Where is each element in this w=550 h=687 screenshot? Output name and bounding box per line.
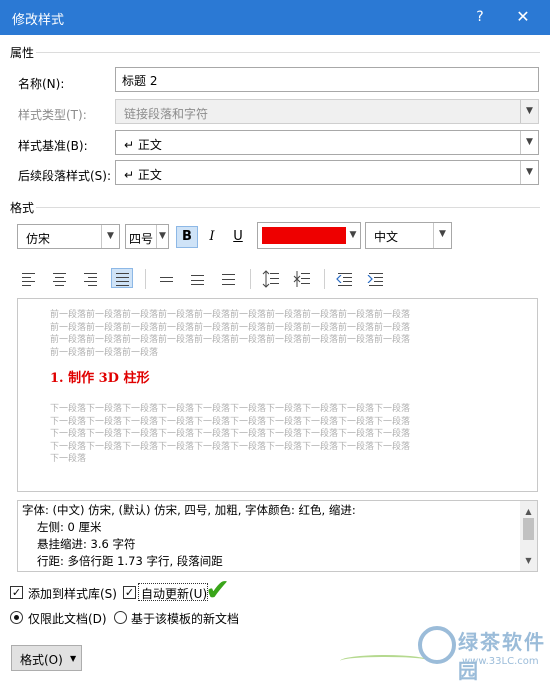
based-on-value: ↵ 正文 (124, 138, 162, 152)
underline-button[interactable]: U (227, 226, 249, 248)
chevron-down-icon: ▼ (520, 100, 538, 123)
chevron-down-icon: ▼ (520, 131, 538, 154)
title-bar: 修改样式 ? ✕ (0, 0, 550, 35)
description-line: 悬挂缩进: 3.6 字符 (37, 537, 136, 551)
site-watermark: 绿茶软件园 www.33LC.com (418, 622, 548, 684)
toolbar-separator (250, 269, 251, 289)
description-line: 左侧: 0 厘米 (37, 520, 102, 534)
watermark-logo-icon (418, 626, 456, 664)
only-this-document-label: 仅限此文档(D) (28, 612, 107, 626)
style-type-label: 样式类型(T): (18, 108, 87, 122)
next-style-label: 后续段落样式(S): (18, 169, 112, 183)
based-on-select[interactable]: ↵ 正文 ▼ (115, 130, 539, 155)
font-color-swatch (262, 227, 346, 244)
size-value: 四号 (129, 232, 154, 246)
decrease-spacing-icon[interactable] (291, 269, 313, 289)
green-check-icon: ✔ (205, 573, 231, 608)
increase-indent-icon[interactable] (365, 269, 387, 289)
name-label: 名称(N): (18, 77, 65, 91)
font-select[interactable]: 仿宋 ▼ (17, 224, 120, 249)
description-scrollbar[interactable]: ▲ ▼ (520, 501, 537, 571)
format-button-label: 格式(O) (20, 653, 63, 667)
toolbar-separator (145, 269, 146, 289)
next-style-value: ↵ 正文 (124, 168, 162, 182)
watermark-text: 绿茶软件园 (458, 630, 546, 683)
chevron-down-icon: ▼ (433, 223, 451, 248)
font-value: 仿宋 (26, 232, 51, 246)
chevron-down-icon: ▼ (70, 654, 77, 663)
auto-update-checkbox[interactable]: ✓ (123, 586, 136, 599)
toolbar-separator (324, 269, 325, 289)
style-type-select[interactable]: 链接段落和字符 ▼ (115, 99, 539, 124)
bold-button[interactable]: B (176, 226, 198, 248)
sample-text: 1. 制作 3D 柱形 (50, 371, 150, 386)
script-value: 中文 (374, 230, 399, 244)
only-this-document-radio[interactable] (10, 611, 23, 624)
double-spacing-icon[interactable] (218, 269, 240, 289)
description-line: 行距: 多倍行距 1.73 字行, 段落间距 (37, 554, 223, 568)
align-left-icon[interactable] (18, 269, 40, 289)
increase-spacing-icon[interactable] (260, 269, 282, 289)
italic-button[interactable]: I (201, 226, 223, 248)
properties-section-label: 属性 (10, 46, 35, 60)
close-button[interactable]: ✕ (512, 6, 534, 28)
help-button[interactable]: ? (469, 6, 491, 28)
name-input[interactable]: 标题 2 (115, 67, 539, 92)
scroll-down-icon[interactable]: ▼ (520, 552, 537, 569)
window-title: 修改样式 (12, 13, 65, 28)
one-half-spacing-icon[interactable] (187, 269, 209, 289)
add-to-gallery-checkbox[interactable]: ✓ (10, 586, 23, 599)
single-spacing-icon[interactable] (156, 269, 178, 289)
format-divider (36, 207, 540, 208)
next-paragraph-text: 下一段落下一段落下一段落下一段落下一段落下一段落下一段落下一段落下一段落下一段落… (50, 404, 411, 464)
description-line: 字体: (中文) 仿宋, (默认) 仿宋, 四号, 加粗, 字体颜色: 红色, … (22, 503, 356, 517)
properties-divider (36, 52, 540, 53)
template-documents-radio[interactable] (114, 611, 127, 624)
chevron-down-icon: ▼ (101, 225, 119, 248)
watermark-url: www.33LC.com (462, 656, 539, 667)
justify-icon[interactable] (111, 268, 133, 288)
chevron-down-icon: ▼ (349, 230, 357, 240)
align-center-icon[interactable] (49, 269, 71, 289)
style-preview: 前一段落前一段落前一段落前一段落前一段落前一段落前一段落前一段落前一段落前一段落… (17, 298, 538, 492)
scroll-thumb[interactable] (523, 518, 534, 540)
style-description: 字体: (中文) 仿宋, (默认) 仿宋, 四号, 加粗, 字体颜色: 红色, … (17, 500, 538, 572)
template-documents-label: 基于该模板的新文档 (131, 612, 240, 626)
based-on-label: 样式基准(B): (18, 139, 88, 153)
decrease-indent-icon[interactable] (334, 269, 356, 289)
size-select[interactable]: 四号 ▼ (125, 224, 169, 249)
format-menu-button[interactable]: 格式(O) ▼ (11, 645, 82, 671)
style-type-value: 链接段落和字符 (124, 107, 209, 121)
format-section-label: 格式 (10, 201, 35, 215)
decorative-wave (340, 655, 430, 667)
script-select[interactable]: 中文 ▼ (365, 222, 452, 249)
chevron-down-icon: ▼ (156, 225, 168, 248)
font-color-select[interactable]: ▼ (257, 222, 361, 249)
add-to-gallery-label: 添加到样式库(S) (28, 587, 117, 601)
auto-update-label: 自动更新(U) (141, 587, 208, 601)
align-right-icon[interactable] (80, 269, 102, 289)
chevron-down-icon: ▼ (520, 161, 538, 184)
next-style-select[interactable]: ↵ 正文 ▼ (115, 160, 539, 185)
previous-paragraph-text: 前一段落前一段落前一段落前一段落前一段落前一段落前一段落前一段落前一段落前一段落… (50, 310, 411, 358)
